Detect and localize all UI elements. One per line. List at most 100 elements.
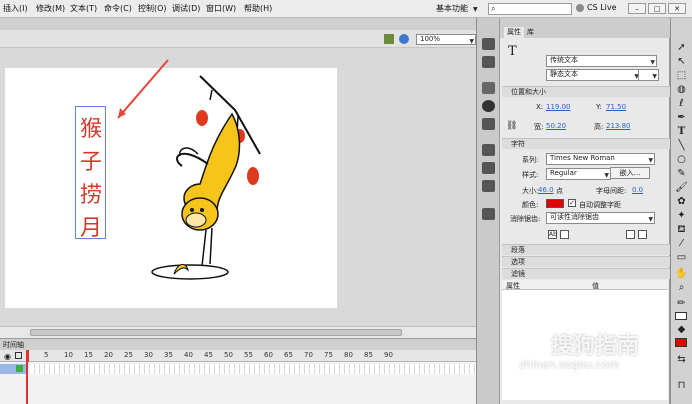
color-label: 颜色: — [522, 201, 539, 209]
font-style-value: Regular — [550, 169, 577, 177]
x-value[interactable]: 119.00 — [546, 103, 571, 111]
deco-tool-icon[interactable]: ✿ — [675, 196, 688, 208]
outline-icon[interactable] — [15, 352, 22, 359]
tab-properties[interactable]: 属性 — [504, 27, 524, 38]
anti-alias-label: 消除锯齿: — [510, 215, 541, 223]
swatches-icon[interactable] — [482, 56, 495, 68]
size-unit: 点 — [556, 187, 563, 195]
text-tool-button[interactable]: T — [675, 126, 688, 138]
pen-tool-icon[interactable]: ✒ — [675, 112, 688, 124]
section-options[interactable]: 选项 — [502, 256, 677, 267]
render-html-icon[interactable] — [560, 230, 569, 239]
family-label: 系列: — [522, 156, 539, 164]
superscript-icon[interactable] — [626, 230, 635, 239]
subscript-icon[interactable] — [638, 230, 647, 239]
timeline-frames[interactable] — [0, 362, 476, 404]
selectable-icon[interactable]: Ab — [548, 230, 557, 239]
section-title: 段落 — [511, 246, 525, 254]
size-label: 大小: — [522, 187, 539, 195]
actions-icon[interactable] — [482, 208, 495, 220]
playhead[interactable] — [26, 350, 29, 362]
pencil-tool-icon[interactable]: ✎ — [675, 168, 688, 180]
text-type-value: 静态文本 — [550, 70, 578, 78]
section-paragraph[interactable]: 段落 — [502, 244, 677, 255]
text-engine-value: 传统文本 — [550, 56, 578, 64]
selection-tool-icon[interactable]: ➚ — [675, 42, 688, 54]
section-title: 位置和大小 — [511, 88, 546, 96]
chevron-down-icon: ▼ — [650, 59, 655, 66]
frame-number: 90 — [384, 351, 393, 359]
frame-number: 40 — [184, 351, 193, 359]
eye-icon[interactable]: ◉ — [4, 352, 11, 361]
components-icon[interactable] — [482, 162, 495, 174]
frame-number: 60 — [264, 351, 273, 359]
zoom-tool-icon[interactable]: ⌕ — [675, 282, 688, 294]
motion-presets-icon[interactable] — [482, 180, 495, 192]
font-style-select[interactable]: Regular ▼ — [546, 168, 611, 180]
collapsed-panels — [476, 18, 500, 404]
scroll-thumb[interactable] — [30, 329, 402, 336]
width-value[interactable]: 50.20 — [546, 122, 566, 130]
width-label: 宽: — [534, 123, 544, 131]
font-family-select[interactable]: Times New Roman ▼ — [546, 153, 655, 165]
3d-rotation-tool-icon[interactable]: ◍ — [675, 84, 688, 96]
text-color-swatch[interactable] — [546, 199, 564, 208]
anti-alias-select[interactable]: 可读性消除锯齿 ▼ — [546, 212, 655, 224]
free-transform-tool-icon[interactable]: ⬚ — [675, 70, 688, 82]
frame-number: 25 — [124, 351, 133, 359]
size-value[interactable]: 46.0 — [538, 186, 554, 194]
paint-bucket-tool-icon[interactable]: ⛾ — [675, 224, 688, 236]
transform-icon[interactable] — [482, 118, 495, 130]
line-tool-icon[interactable]: ╲ — [675, 140, 688, 152]
playhead-line — [26, 362, 28, 404]
frame-number: 65 — [284, 351, 293, 359]
fill-color-swatch[interactable] — [675, 338, 687, 347]
eraser-tool-icon[interactable]: ▭ — [675, 252, 688, 264]
orientation-select[interactable]: ▼ — [638, 69, 659, 81]
auto-kern-label: 自动调整字距 — [579, 201, 621, 209]
spacing-value[interactable]: 0.0 — [632, 186, 643, 194]
height-value[interactable]: 213.80 — [606, 122, 631, 130]
text-type-select[interactable]: 静态文本 ▼ — [546, 69, 641, 81]
subselection-tool-icon[interactable]: ↖ — [675, 56, 688, 68]
info-icon[interactable] — [482, 100, 495, 112]
bone-tool-icon[interactable]: ✦ — [675, 210, 688, 222]
swap-colors-icon[interactable]: ⇆ — [675, 354, 688, 366]
section-title: 滤镜 — [511, 270, 525, 278]
auto-kern-checkbox[interactable]: ✓ — [568, 199, 576, 207]
align-icon[interactable] — [482, 82, 495, 94]
hand-tool-icon[interactable]: ✋ — [675, 268, 688, 280]
x-label: X: — [536, 103, 544, 111]
frame-number: 80 — [344, 351, 353, 359]
frame-number: 45 — [204, 351, 213, 359]
lasso-tool-icon[interactable]: ℓ — [675, 98, 688, 110]
frame-number: 75 — [324, 351, 333, 359]
embed-button[interactable]: 嵌入... — [610, 167, 650, 179]
link-icon[interactable]: ⛓ — [506, 121, 517, 131]
eyedropper-tool-icon[interactable]: ⁄ — [675, 238, 688, 250]
section-position-size[interactable]: 位置和大小 — [502, 86, 677, 97]
stroke-color-swatch[interactable] — [675, 312, 687, 320]
section-character[interactable]: 字符 — [502, 138, 677, 149]
spacing-label: 字母间距: — [596, 187, 627, 195]
horizontal-scrollbar[interactable] — [0, 326, 476, 338]
oval-tool-icon[interactable]: ○ — [675, 154, 688, 166]
sogou-watermark: S 搜狗指南 zhinan.sogou.com — [511, 318, 671, 378]
fill-color-icon[interactable]: ◆ — [675, 324, 688, 336]
y-value[interactable]: 71.50 — [606, 103, 626, 111]
tab-library[interactable]: 库 — [524, 27, 537, 38]
text-tool-icon: T — [508, 44, 517, 59]
code-snippets-icon[interactable] — [482, 144, 495, 156]
layer-color-swatch — [16, 365, 23, 372]
color-panel-icon[interactable] — [482, 38, 495, 50]
text-engine-select[interactable]: 传统文本 ▼ — [546, 55, 657, 67]
frame-number: 30 — [144, 351, 153, 359]
snap-magnet-icon[interactable]: ⊓ — [675, 380, 688, 392]
timeline-tab[interactable]: 时间轴 — [3, 340, 24, 350]
frame-cells[interactable] — [30, 364, 476, 374]
watermark-text: 搜狗指南 — [551, 334, 640, 359]
section-filters[interactable]: 滤镜 — [502, 268, 677, 279]
stroke-color-icon[interactable]: ✏ — [675, 298, 688, 310]
brush-tool-icon[interactable]: 🖌 — [675, 182, 688, 194]
tools-panel: ➚ ↖ ⬚ ◍ ℓ ✒ T ╲ ○ ✎ 🖌 ✿ ✦ ⛾ ⁄ ▭ ✋ ⌕ ✏ ◆ … — [670, 18, 692, 404]
